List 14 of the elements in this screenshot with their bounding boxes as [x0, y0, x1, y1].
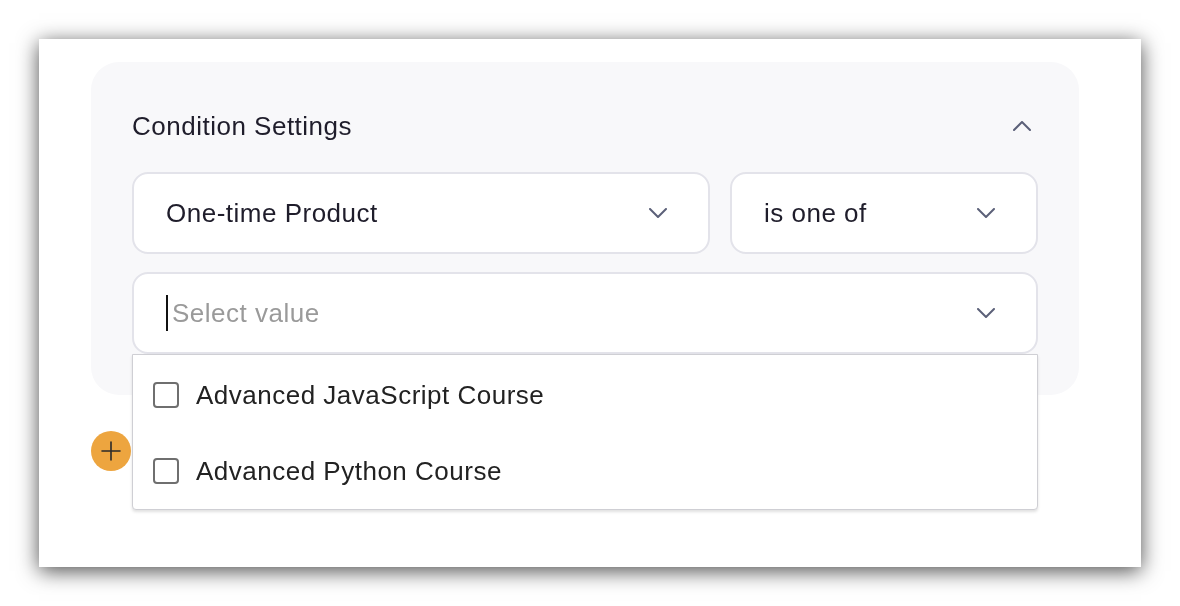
checkbox[interactable]: [153, 382, 179, 408]
operator-select[interactable]: is one of: [730, 172, 1038, 254]
value-input[interactable]: Select value: [168, 297, 977, 329]
panel-title: Condition Settings: [132, 110, 353, 142]
chevron-down-icon: [649, 208, 667, 218]
plus-icon[interactable]: [91, 431, 131, 471]
checkbox[interactable]: [153, 458, 179, 484]
option-label[interactable]: Advanced JavaScript Course: [196, 379, 545, 411]
value-select-field[interactable]: Select value: [132, 272, 1038, 354]
field-select[interactable]: One-time Product: [132, 172, 710, 254]
option-label[interactable]: Advanced Python Course: [196, 455, 502, 487]
chevron-down-icon: [977, 208, 995, 218]
chevron-down-icon: [977, 308, 995, 318]
chevron-up-icon[interactable]: [1013, 121, 1031, 131]
